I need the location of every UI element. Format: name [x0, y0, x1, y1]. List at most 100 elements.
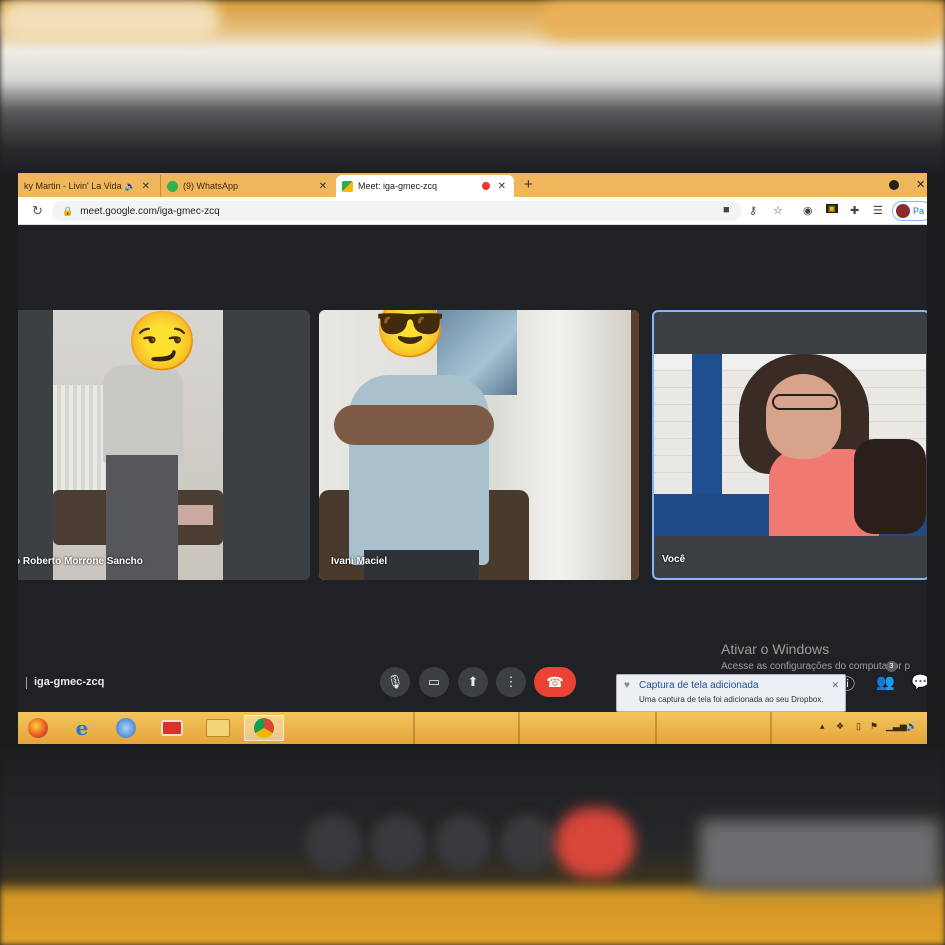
browser-menu-dot-icon[interactable] — [889, 180, 899, 190]
present-screen-icon: ⬆ — [467, 674, 479, 689]
phone-hangup-icon: ☎ — [546, 673, 564, 690]
firefox-taskbar-button[interactable] — [18, 715, 58, 741]
star-icon[interactable]: ☆ — [773, 204, 783, 217]
participant-tile[interactable]: 😏 o Roberto Morrone Sancho — [18, 310, 310, 580]
reload-icon[interactable]: ↻ — [32, 203, 43, 219]
close-icon[interactable]: ✕ — [498, 181, 506, 192]
meet-icon — [342, 180, 353, 192]
folder-taskbar-button[interactable] — [198, 715, 238, 741]
meeting-code: iga-gmec-zcq — [25, 676, 105, 689]
signal-icon[interactable]: ▁▃▅ — [886, 721, 907, 732]
more-options-button[interactable]: ⋮ — [496, 667, 526, 697]
blur-button — [370, 815, 426, 871]
window-close-icon[interactable]: ✕ — [916, 178, 925, 191]
lock-icon: 🔒 — [62, 205, 74, 216]
participant-tile[interactable]: 😎 Ivani Maciel — [319, 310, 639, 580]
blur-button — [305, 815, 361, 871]
taskbar-separator — [770, 712, 772, 744]
participant-name: o Roberto Morrone Sancho — [18, 556, 143, 567]
tab-label: ky Martin - Livin' La Vida — [24, 181, 122, 191]
camera-app-icon — [161, 720, 183, 736]
flag-icon[interactable]: ⚑ — [870, 721, 878, 732]
tab-label: (9) WhatsApp — [183, 181, 239, 191]
profile-button[interactable]: Pa — [892, 201, 927, 221]
ie-taskbar-button[interactable]: e — [62, 715, 102, 741]
camera-taskbar-button[interactable] — [152, 715, 192, 741]
avatar — [896, 204, 910, 218]
microphone-button[interactable]: 🎙 — [380, 667, 410, 697]
tab-whatsapp[interactable]: (9) WhatsApp ✕ — [160, 175, 335, 197]
blur-button — [435, 815, 491, 871]
browser-tabbar: ky Martin - Livin' La Vida 🔈 ✕ (9) Whats… — [18, 173, 927, 197]
windows-activation-watermark: Ativar o Windows Acesse as configurações… — [721, 641, 910, 672]
url-text: meet.google.com/iga-gmec-zcq — [80, 205, 220, 217]
present-screen-button[interactable]: ⬆ — [458, 667, 488, 697]
people-icon[interactable]: 👥 — [876, 673, 895, 691]
speaker-icon: 🔈 — [124, 180, 136, 191]
self-view-tile[interactable]: Você — [652, 310, 927, 580]
participant-name: Você — [662, 554, 686, 565]
battery-icon[interactable]: ▯ — [856, 721, 861, 732]
taskbar-separator — [518, 712, 520, 744]
key-icon[interactable]: ⚷ — [749, 204, 757, 217]
self-video — [654, 354, 926, 536]
windows-taskbar: e ▴ ❖ ▯ ⚑ ▁▃▅ 🔊 — [18, 712, 927, 744]
profile-label: Pa — [913, 206, 925, 216]
close-icon[interactable]: ✕ — [142, 181, 150, 192]
participant-count-badge: 3 — [886, 661, 897, 672]
blur-button — [500, 815, 556, 871]
tab-meet[interactable]: Meet: iga-gmec-zcq ✕ — [336, 175, 514, 197]
video-curtain — [53, 385, 108, 500]
new-tab-icon[interactable]: + — [524, 176, 533, 193]
watermark-subtitle: Acesse as configurações do computador p — [721, 661, 910, 672]
internet-explorer-icon: e — [75, 716, 89, 740]
address-bar: ↻ 🔒 meet.google.com/iga-gmec-zcq ■ ⚷ ☆ ◉… — [18, 197, 927, 225]
video-person — [103, 365, 183, 465]
tab-music[interactable]: ky Martin - Livin' La Vida 🔈 ✕ — [18, 175, 158, 197]
watermark-title: Ativar o Windows — [721, 641, 830, 657]
puzzle-icon[interactable]: ✚ — [850, 204, 859, 217]
more-vertical-icon: ⋮ — [504, 674, 518, 689]
meet-screen: ky Martin - Livin' La Vida 🔈 ✕ (9) Whats… — [18, 173, 927, 744]
sunglasses-emoji-icon: 😎 — [374, 310, 447, 361]
globe-icon — [116, 718, 136, 738]
video-camera-icon: ▭ — [427, 674, 441, 689]
camera-button[interactable]: ▭ — [419, 667, 449, 697]
notification-title: Captura de tela adicionada — [639, 680, 759, 691]
blur-blob — [0, 0, 220, 40]
url-field[interactable]: 🔒 meet.google.com/iga-gmec-zcq — [52, 201, 742, 221]
firefox-icon — [28, 718, 48, 738]
close-icon[interactable]: ✕ — [831, 680, 839, 691]
video-person-face — [766, 374, 841, 459]
end-call-button[interactable]: ☎ — [534, 667, 576, 697]
microphone-icon: 🎙 — [386, 674, 404, 689]
video-person-glasses — [772, 394, 838, 410]
chat-icon[interactable]: 💬 — [911, 673, 927, 691]
tray-expand-icon[interactable]: ▴ — [820, 721, 825, 732]
smirk-emoji-icon: 😏 — [126, 310, 199, 374]
volume-icon[interactable]: 🔊 — [906, 721, 917, 732]
recording-dot-icon — [482, 182, 490, 190]
camera-icon[interactable]: ■ — [723, 204, 730, 216]
dropbox-notification[interactable]: ♥ Captura de tela adicionada Uma captura… — [616, 674, 846, 712]
participant-name: Ivani Maciel — [331, 556, 388, 567]
blur-end-call — [555, 808, 635, 878]
tab-label: Meet: iga-gmec-zcq — [358, 181, 438, 191]
chrome-taskbar-button[interactable] — [244, 715, 284, 741]
close-icon[interactable]: ✕ — [319, 181, 327, 192]
explorer-taskbar-button[interactable] — [106, 715, 146, 741]
media-icon[interactable]: ☰ — [873, 204, 883, 217]
video-door — [631, 310, 639, 580]
notification-body: Uma captura de tela foi adicionada ao se… — [639, 695, 824, 704]
whatsapp-icon — [167, 180, 178, 192]
blur-panel — [700, 820, 940, 890]
extension-icon[interactable]: ▣ — [826, 204, 838, 213]
chrome-icon — [254, 718, 274, 738]
video-cushion — [178, 505, 213, 525]
video-person-arm — [854, 439, 926, 534]
video-person — [349, 375, 489, 565]
blur-blob — [540, 0, 945, 40]
dropbox-tray-icon[interactable]: ❖ — [836, 721, 844, 732]
extension-icon[interactable]: ◉ — [803, 204, 813, 217]
background-blur-top — [0, 0, 945, 175]
